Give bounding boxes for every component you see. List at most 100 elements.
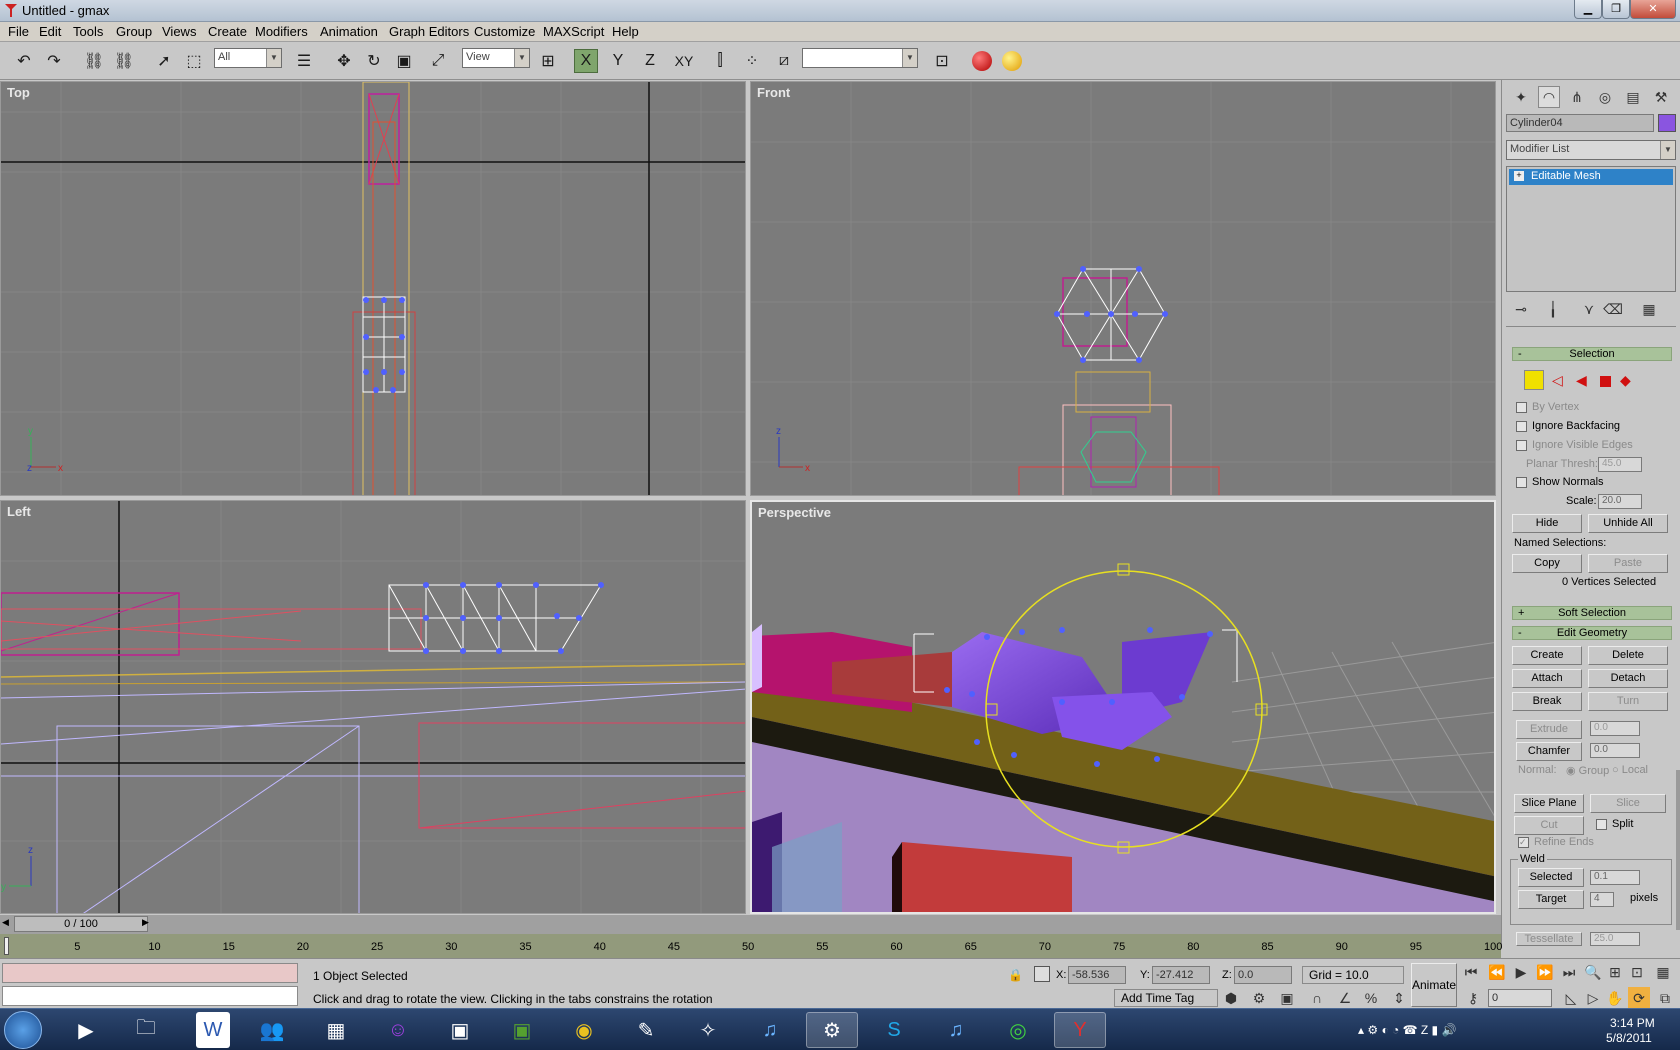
menu-tools[interactable]: Tools — [73, 24, 103, 39]
restrict-y-button[interactable]: Y — [606, 49, 630, 73]
viewport-front[interactable]: Front zx — [750, 81, 1496, 496]
chamfer-button[interactable]: Chamfer — [1516, 742, 1582, 761]
calculator-icon[interactable]: ▦ — [310, 1012, 362, 1048]
add-time-tag-button[interactable]: Add Time Tag — [1114, 989, 1218, 1007]
next-frame-icon[interactable]: ▶ — [142, 917, 152, 931]
show-end-result-icon[interactable]: ╽ — [1542, 298, 1564, 320]
viewport-perspective[interactable]: Perspective — [750, 500, 1496, 914]
chamfer-spinner[interactable]: 0.0 — [1590, 743, 1640, 758]
modify-tab-icon[interactable]: ◠ — [1538, 86, 1560, 108]
menu-group[interactable]: Group — [116, 24, 152, 39]
maximize-viewport-icon[interactable]: ⧉ — [1654, 987, 1676, 1009]
steam-icon[interactable]: ⚙ — [806, 1012, 858, 1048]
viewport-label-perspective[interactable]: Perspective — [758, 505, 831, 520]
delete-button[interactable]: Delete — [1588, 646, 1668, 665]
element-mode-icon[interactable]: ◆ — [1620, 372, 1631, 389]
z-coordinate-field[interactable]: 0.0 — [1234, 966, 1292, 984]
menu-graph-editors[interactable]: Graph Editors — [389, 24, 469, 39]
viewport-label-top[interactable]: Top — [7, 85, 30, 100]
select-object-icon[interactable]: ➚ — [152, 49, 176, 73]
minimize-button[interactable]: ▁ — [1574, 0, 1602, 19]
prev-frame-icon[interactable]: ◀ — [2, 917, 12, 931]
display-tab-icon[interactable]: ▤ — [1622, 86, 1644, 108]
utilities-tab-icon[interactable]: ⚒ — [1650, 86, 1672, 108]
menu-maxscript[interactable]: MAXScript — [543, 24, 604, 39]
hide-button[interactable]: Hide — [1512, 514, 1582, 533]
lock-selection-icon[interactable]: 🔒 — [1008, 968, 1023, 982]
itunes-icon[interactable]: ♫ — [744, 1012, 796, 1048]
copy-button[interactable]: Copy — [1512, 554, 1582, 573]
configure-sets-icon[interactable]: ▦ — [1638, 298, 1660, 320]
viewport-cube-icon[interactable]: ⬢ — [1220, 987, 1242, 1009]
play-icon[interactable]: ▶ — [1510, 961, 1532, 983]
zoom-all-icon[interactable]: ⊞ — [1604, 961, 1626, 983]
edge-mode-icon[interactable]: ◁ — [1552, 372, 1563, 389]
panel-scrollbar[interactable] — [1676, 770, 1680, 930]
box-mode-icon[interactable]: ▣ — [1276, 987, 1298, 1009]
gear-icon[interactable]: ⚙ — [1248, 987, 1270, 1009]
extrude-button[interactable]: Extrude — [1516, 720, 1582, 739]
split-checkbox[interactable] — [1596, 819, 1607, 830]
x-coordinate-field[interactable]: -58.536 — [1068, 966, 1126, 984]
unhide-all-button[interactable]: Unhide All — [1588, 514, 1668, 533]
fov-icon[interactable]: ▷ — [1582, 987, 1604, 1009]
magnet-snap-icon[interactable]: ∩ — [1306, 987, 1328, 1009]
slice-plane-button[interactable]: Slice Plane — [1514, 794, 1584, 813]
group-radio[interactable]: ◉ Group — [1566, 764, 1609, 777]
create-tab-icon[interactable]: ✦ — [1510, 86, 1532, 108]
paste-button[interactable]: Paste — [1588, 554, 1668, 573]
hierarchy-tab-icon[interactable]: ⋔ — [1566, 86, 1588, 108]
redo-icon[interactable]: ↷ — [42, 49, 66, 73]
previous-frame-icon[interactable]: ⏪ — [1486, 961, 1508, 983]
squash-icon[interactable]: ⤢ — [426, 49, 450, 73]
chrome-icon[interactable]: ◉ — [558, 1012, 610, 1048]
face-mode-icon[interactable]: ◀ — [1576, 372, 1587, 389]
selection-rollout[interactable]: - Selection — [1512, 347, 1672, 361]
cut-button[interactable]: Cut — [1514, 816, 1584, 835]
rectangular-selection-icon[interactable]: ⬚ — [182, 49, 206, 73]
mirror-icon[interactable]: ⫿ — [708, 49, 732, 73]
extrude-spinner[interactable]: 0.0 — [1590, 721, 1640, 736]
track-bar[interactable]: 5 10 15 20 25 30 35 40 45 50 55 60 65 70 75 80 85 90 95 100 — [0, 934, 1502, 958]
arc-rotate-icon[interactable]: ⟳ — [1628, 987, 1650, 1009]
slice-button[interactable]: Slice — [1590, 794, 1666, 813]
edit-geometry-rollout[interactable]: - Edit Geometry — [1512, 626, 1672, 640]
modifier-list-dropdown[interactable]: Modifier List ▼ — [1506, 140, 1676, 160]
attach-button[interactable]: Attach — [1512, 669, 1582, 688]
restrict-z-button[interactable]: Z — [638, 49, 662, 73]
viewport-label-left[interactable]: Left — [7, 504, 31, 519]
weld-target-button[interactable]: Target — [1518, 890, 1584, 909]
local-radio[interactable]: ○ Local — [1612, 764, 1648, 776]
vertex-mode-icon[interactable] — [1524, 370, 1544, 390]
starcraft-icon[interactable]: ✧ — [682, 1012, 734, 1048]
current-frame-marker[interactable] — [4, 937, 9, 955]
field-of-view-icon[interactable]: ◺ — [1560, 987, 1582, 1009]
zoom-extents-all-icon[interactable]: ▦ — [1652, 961, 1674, 983]
menu-customize[interactable]: Customize — [474, 24, 535, 39]
media-center-icon[interactable]: ▶ — [60, 1012, 112, 1048]
unlink-icon[interactable]: ⛓ — [112, 49, 136, 73]
minecraft-grass-icon[interactable]: ▣ — [496, 1012, 548, 1048]
menu-modifiers[interactable]: Modifiers — [255, 24, 308, 39]
scale-spinner[interactable]: 20.0 — [1598, 494, 1642, 509]
tray-icons[interactable]: ▴ ⚙ ◐ ◔ ☎ Z ▮ 🔊 — [1358, 1023, 1456, 1037]
show-normals-checkbox[interactable] — [1516, 477, 1527, 488]
align-icon[interactable]: ⧄ — [772, 49, 796, 73]
pivot-center-icon[interactable]: ⊞ — [536, 49, 560, 73]
named-selection-dropdown[interactable]: ▼ — [802, 48, 918, 68]
yahoo-messenger-icon[interactable]: ☺ — [372, 1012, 424, 1048]
zoom-extents-icon[interactable]: ⊡ — [1626, 961, 1648, 983]
current-frame-field[interactable]: 0 — [1488, 989, 1552, 1007]
move-icon[interactable]: ✥ — [332, 49, 356, 73]
object-name-field[interactable]: Cylinder04 — [1506, 114, 1654, 132]
create-button[interactable]: Create — [1512, 646, 1582, 665]
material-editor-icon[interactable] — [970, 49, 994, 73]
maximize-button[interactable]: ❐ — [1602, 0, 1630, 19]
itunes-second-icon[interactable]: ♫ — [930, 1012, 982, 1048]
soft-selection-rollout[interactable]: + Soft Selection — [1512, 606, 1672, 620]
skype-icon[interactable]: S — [868, 1012, 920, 1048]
motion-tab-icon[interactable]: ◎ — [1594, 86, 1616, 108]
ignore-visible-edges-checkbox[interactable] — [1516, 440, 1527, 451]
weld-target-spinner[interactable]: 4 — [1590, 892, 1614, 907]
menu-file[interactable]: File — [8, 24, 29, 39]
